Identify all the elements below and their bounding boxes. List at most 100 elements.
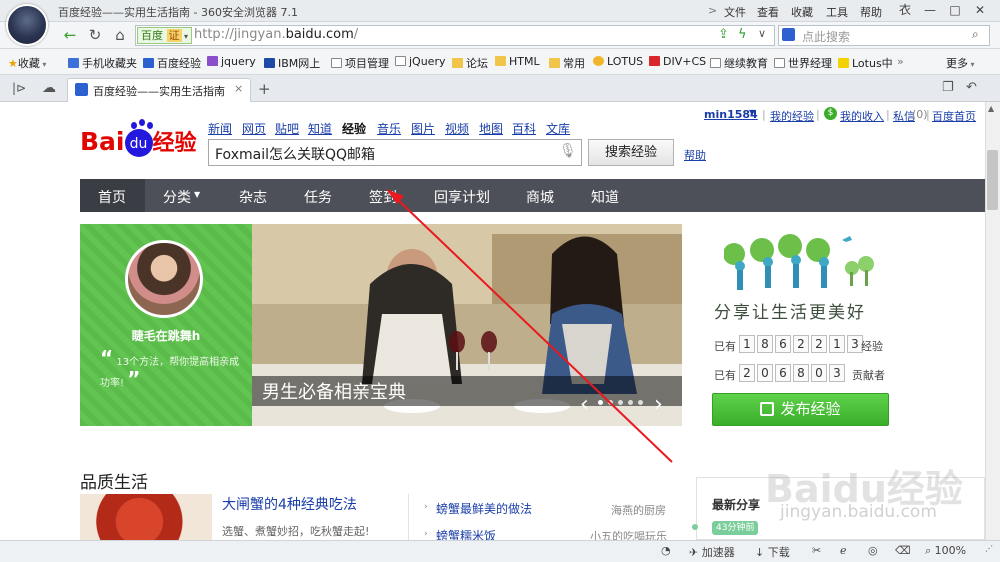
accelerator-button[interactable]: ✈ 加速器 bbox=[689, 544, 735, 560]
minimize-button[interactable]: — bbox=[918, 0, 942, 20]
new-tab-button[interactable]: + bbox=[258, 80, 271, 98]
tab-close-icon[interactable]: × bbox=[234, 82, 243, 95]
bookmark-education[interactable]: 继续教育 bbox=[710, 55, 768, 71]
crab-dish-image[interactable] bbox=[80, 494, 212, 540]
menu-file[interactable]: 文件 bbox=[724, 4, 746, 20]
baidu-paw-icon[interactable] bbox=[782, 28, 795, 41]
chevron-down-icon[interactable]: ▼ bbox=[749, 108, 755, 117]
bookmark-favorites[interactable]: ★收藏 ▾ bbox=[8, 55, 46, 71]
topnav-wenku[interactable]: 文库 bbox=[546, 120, 570, 137]
user-avatar[interactable] bbox=[6, 4, 48, 46]
topnav-zhidao[interactable]: 知道 bbox=[308, 120, 332, 137]
nav-home[interactable]: 首页 bbox=[98, 187, 126, 207]
banner-caption[interactable]: 男生必备相亲宝典 bbox=[262, 378, 406, 404]
bookmark-lotus-cn[interactable]: Lotus中 bbox=[838, 55, 893, 71]
chevron-down-icon[interactable]: ▼ bbox=[194, 190, 200, 199]
article-title-link[interactable]: 大闸蟹的4种经典吃法 bbox=[222, 494, 357, 514]
home-icon[interactable]: ⌂ bbox=[110, 25, 130, 45]
my-income-link[interactable]: 我的收入 bbox=[840, 108, 884, 124]
topnav-tieba[interactable]: 贴吧 bbox=[275, 120, 299, 137]
nav-magazine[interactable]: 杂志 bbox=[239, 187, 267, 207]
list-item-link[interactable]: 螃蟹最鲜美的做法 bbox=[436, 500, 532, 517]
lightning-icon[interactable]: ϟ bbox=[738, 27, 747, 42]
screenshot-icon[interactable]: ✂ bbox=[812, 544, 821, 557]
chevron-right-icon[interactable]: > bbox=[708, 4, 717, 17]
bookmark-jquery-2[interactable]: jQuery bbox=[395, 55, 446, 68]
ie-icon[interactable]: ℯ bbox=[840, 544, 847, 557]
page-icon bbox=[395, 56, 406, 66]
next-slide-icon[interactable]: › bbox=[654, 392, 663, 417]
scrollbar-thumb[interactable] bbox=[987, 150, 998, 210]
menu-view[interactable]: 查看 bbox=[757, 4, 779, 20]
search-icon[interactable]: ⌕ bbox=[972, 27, 979, 42]
my-jingyan-link[interactable]: 我的经验 bbox=[770, 108, 814, 124]
baidu-home-link[interactable]: 百度首页 bbox=[932, 108, 976, 124]
clean-icon[interactable]: ⌫ bbox=[895, 544, 911, 557]
search-jingyan-button[interactable]: 搜索经验 bbox=[588, 139, 674, 166]
chevron-double-right-icon[interactable]: » bbox=[897, 55, 904, 68]
topnav-news[interactable]: 新闻 bbox=[208, 120, 232, 137]
slide-dot-5[interactable] bbox=[638, 400, 643, 405]
bookmark-common[interactable]: 常用 bbox=[549, 55, 585, 71]
slide-dot-3[interactable] bbox=[618, 400, 623, 405]
bookmark-html[interactable]: HTML bbox=[495, 55, 540, 68]
topnav-images[interactable]: 图片 bbox=[411, 120, 435, 137]
lotus-icon bbox=[593, 56, 604, 66]
bookmark-manager[interactable]: 世界经理 bbox=[774, 55, 832, 71]
bookmark-more[interactable]: 更多 ▾ bbox=[946, 55, 975, 71]
slide-dot-2[interactable] bbox=[608, 400, 613, 405]
menu-tools[interactable]: 工具 bbox=[826, 4, 848, 20]
author-name[interactable]: 睫毛在跳舞h bbox=[80, 327, 252, 344]
sound-icon[interactable]: ◎ bbox=[868, 544, 878, 557]
undo-close-icon[interactable]: ↶ bbox=[966, 80, 977, 95]
bookmark-ibm[interactable]: IBM网上 bbox=[264, 55, 320, 71]
bookmark-mobile[interactable]: 手机收藏夹 bbox=[68, 55, 137, 71]
microphone-icon[interactable]: 🎙 bbox=[559, 143, 577, 159]
topnav-video[interactable]: 视频 bbox=[445, 120, 469, 137]
author-photo[interactable] bbox=[125, 240, 203, 318]
bookmark-jquery-1[interactable]: jquery bbox=[207, 55, 256, 68]
site-verify-badge[interactable]: 百度 证 ▾ bbox=[137, 27, 193, 44]
topnav-map[interactable]: 地图 bbox=[479, 120, 503, 137]
nav-tasks[interactable]: 任务 bbox=[304, 187, 332, 207]
menu-help[interactable]: 帮助 bbox=[860, 4, 882, 20]
list-item-source[interactable]: 海燕的厨房 bbox=[611, 502, 666, 518]
topnav-web[interactable]: 网页 bbox=[242, 120, 266, 137]
speedometer-icon[interactable]: ◔ bbox=[661, 544, 671, 557]
share-icon[interactable]: ⇪ bbox=[718, 27, 729, 42]
nav-category[interactable]: 分类 bbox=[163, 187, 191, 207]
nav-share-plan[interactable]: 回享计划 bbox=[434, 187, 490, 207]
topnav-music[interactable]: 音乐 bbox=[377, 120, 401, 137]
slide-dot-4[interactable] bbox=[628, 400, 633, 405]
nav-mall[interactable]: 商城 bbox=[526, 187, 554, 207]
separator: | bbox=[926, 108, 930, 121]
bookmark-project[interactable]: 项目管理 bbox=[331, 55, 389, 71]
bookmark-forum[interactable]: 论坛 bbox=[452, 55, 488, 71]
prev-slide-icon[interactable]: ‹ bbox=[580, 392, 589, 417]
zoom-control[interactable]: ⌕ 100% bbox=[925, 544, 966, 558]
close-window-button[interactable]: ✕ bbox=[968, 0, 992, 20]
restore-tabs-icon[interactable]: ❐ bbox=[942, 80, 954, 95]
bookmark-baidu-jingyan[interactable]: 百度经验 bbox=[143, 55, 201, 71]
nav-checkin[interactable]: 签到 bbox=[369, 187, 397, 207]
bookmark-divcss[interactable]: DIV+CS bbox=[649, 55, 706, 68]
help-link[interactable]: 帮助 bbox=[684, 147, 706, 163]
topnav-baike[interactable]: 百科 bbox=[512, 120, 536, 137]
back-icon[interactable]: ← bbox=[60, 25, 80, 45]
refresh-icon[interactable]: ↻ bbox=[85, 25, 105, 45]
nav-zhidao[interactable]: 知道 bbox=[591, 187, 619, 207]
url-text: http://jingyan.baidu.com/ bbox=[194, 27, 358, 42]
publish-experience-button[interactable]: 发布经验 bbox=[712, 393, 889, 426]
resize-grip-icon[interactable]: ⋰ bbox=[985, 544, 993, 553]
bookmark-lotus[interactable]: LOTUS bbox=[593, 55, 643, 68]
dropdown-chevron-icon[interactable]: ∨ bbox=[758, 27, 766, 40]
scroll-up-icon[interactable]: ▲ bbox=[988, 104, 994, 113]
slide-dot-1[interactable] bbox=[598, 400, 603, 405]
sidebar-toggle-icon[interactable]: |⊳ bbox=[12, 81, 26, 95]
cloud-icon[interactable]: ☁ bbox=[42, 80, 56, 96]
download-button[interactable]: ↓ 下载 bbox=[755, 544, 790, 560]
menu-favorites[interactable]: 收藏 bbox=[791, 4, 813, 20]
topnav-jingyan[interactable]: 经验 bbox=[342, 120, 366, 137]
skin-button[interactable]: 衣 bbox=[893, 0, 917, 20]
maximize-button[interactable]: □ bbox=[943, 0, 967, 20]
